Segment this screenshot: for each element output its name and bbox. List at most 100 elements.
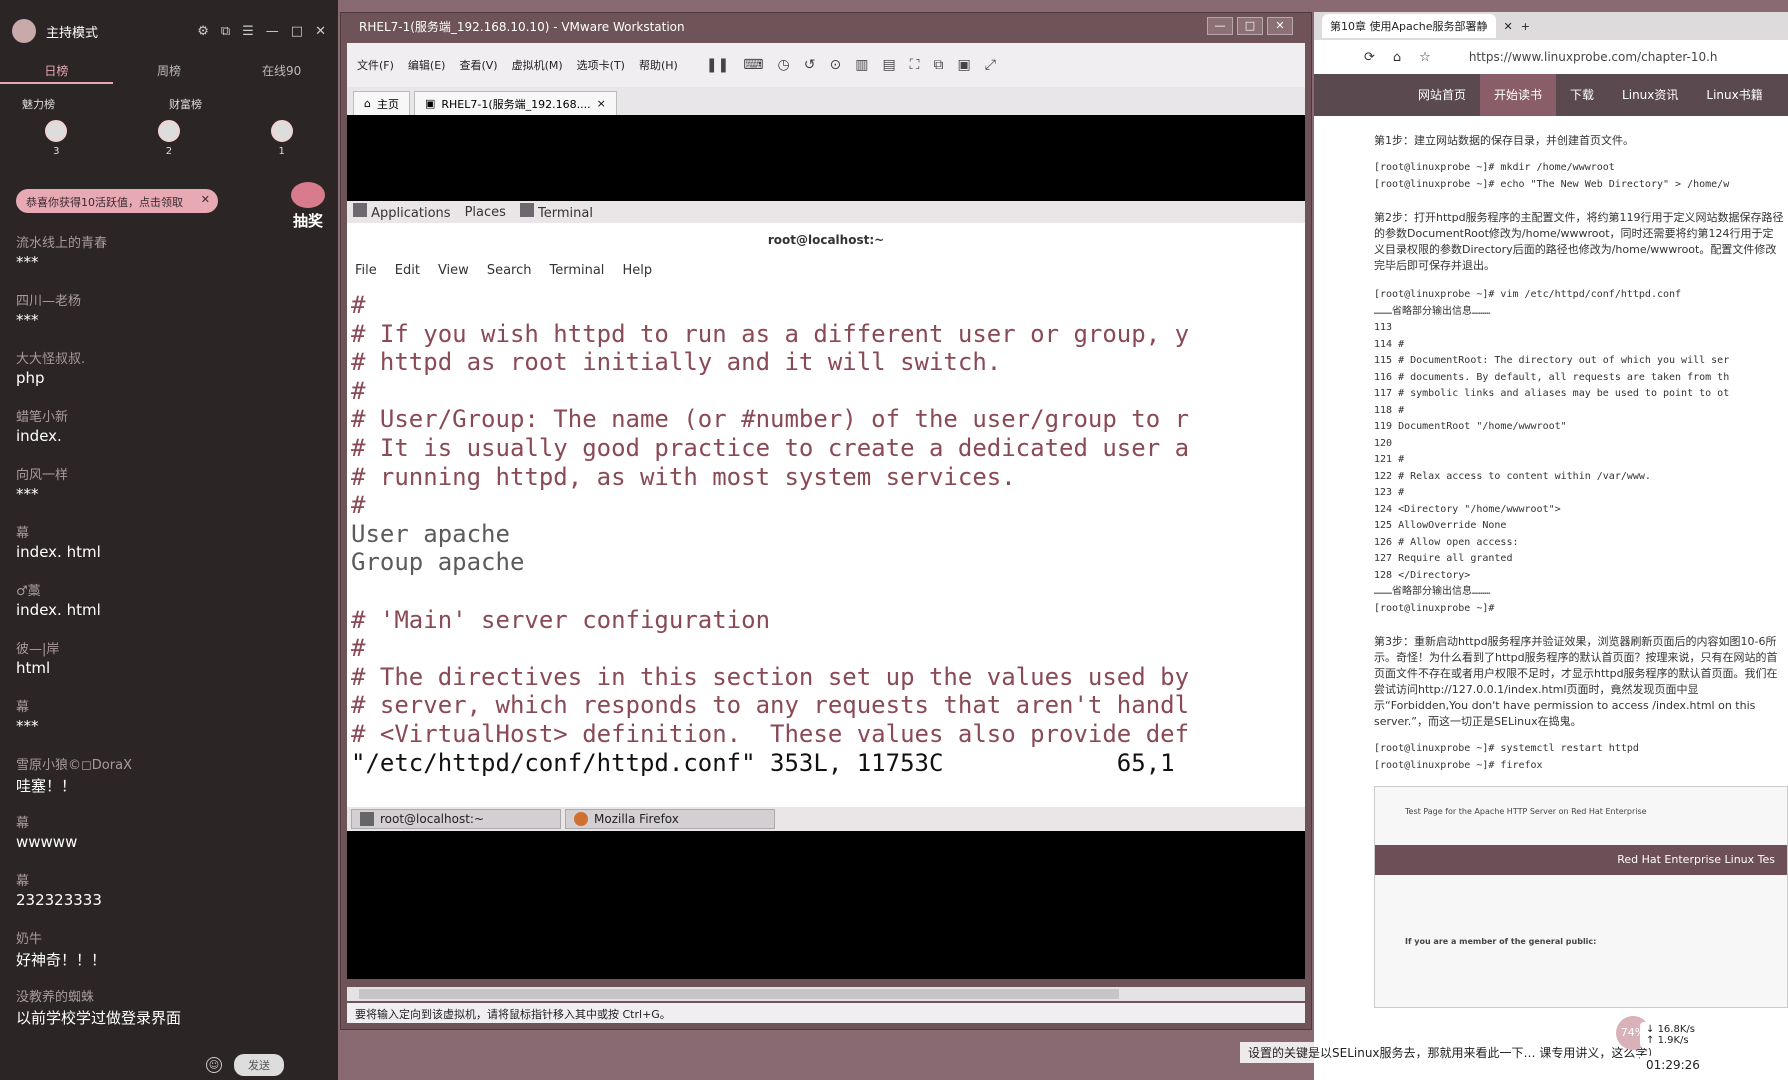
terminal-menu[interactable]: Terminal xyxy=(519,203,593,221)
chat-message: 奶牛好神奇！！！ xyxy=(16,928,322,986)
rank-entry[interactable]: 2 xyxy=(157,120,180,164)
nav-books[interactable]: Linux书籍 xyxy=(1692,74,1776,116)
applications-menu[interactable]: Applications xyxy=(353,203,451,221)
host-mode-label: 主持模式 xyxy=(46,25,99,41)
rank-entry[interactable]: 3 xyxy=(45,120,68,164)
tab-home[interactable]: ⌂ 主页 xyxy=(353,91,410,115)
close-icon[interactable]: ✕ xyxy=(315,24,326,39)
terminal-line: User apache xyxy=(351,519,510,548)
rank-entry[interactable]: 1 xyxy=(270,120,293,164)
chat-username[interactable]: 幕 xyxy=(16,870,322,889)
term-menu-search[interactable]: Search xyxy=(487,263,532,278)
article-content: 第1步：建立网站数据的保存目录，并创建首页文件。 [root@linuxprob… xyxy=(1314,116,1788,1008)
chat-username[interactable]: 幕 xyxy=(16,812,322,831)
sidebar-icon[interactable]: ▥ xyxy=(855,57,868,73)
chat-text: *** xyxy=(16,253,39,271)
unity-icon[interactable]: ⧉ xyxy=(933,57,943,73)
popout-icon[interactable]: ⧉ xyxy=(221,24,230,39)
tab-weekly[interactable]: 周榜 xyxy=(113,62,226,84)
taskbar-terminal[interactable]: root@localhost:~ xyxy=(351,809,561,829)
snapshot-manager-icon[interactable]: ⊙ xyxy=(829,57,841,73)
home-icon: ⌂ xyxy=(364,97,371,110)
chat-username[interactable]: 流水线上的青春 xyxy=(16,232,322,251)
chat-username[interactable]: 幕 xyxy=(16,696,322,715)
horizontal-scrollbar[interactable] xyxy=(347,987,1305,1001)
vm-screen[interactable]: Applications Places Terminal root@localh… xyxy=(347,115,1305,979)
chat-message: 幕 *** xyxy=(16,696,322,754)
chat-username[interactable]: 没教养的蜘蛛 xyxy=(16,986,322,1005)
minimize-icon[interactable]: — xyxy=(266,24,279,39)
stretch-icon[interactable]: ⤢ xyxy=(985,57,996,73)
menu-edit[interactable]: 编辑(E) xyxy=(408,57,446,73)
terminal-icon xyxy=(519,203,534,217)
maximize-icon[interactable]: □ xyxy=(291,24,303,39)
chat-username[interactable]: 大大怪叔叔. xyxy=(16,348,322,367)
term-menu-file[interactable]: File xyxy=(355,263,377,278)
menu-view[interactable]: 查看(V) xyxy=(459,57,497,73)
snapshot-icon[interactable]: ◷ xyxy=(778,57,790,73)
settings-icon[interactable]: ⚙ xyxy=(197,24,209,39)
wealth-rank-label[interactable]: 财富榜 xyxy=(169,96,202,112)
figure-banner: Red Hat Enterprise Linux Tes xyxy=(1375,845,1787,875)
chat-username[interactable]: 四川—老杨 xyxy=(16,290,322,309)
chat-username[interactable]: 奶牛 xyxy=(16,928,322,947)
bookmark-star-icon[interactable]: ☆ xyxy=(1419,50,1431,65)
vmware-window: RHEL7-1(服务端_192.168.10.10) - VMware Work… xyxy=(340,12,1312,1030)
close-tab-icon[interactable]: ✕ xyxy=(1504,20,1513,33)
menu-help[interactable]: 帮助(H) xyxy=(639,57,678,73)
home-icon[interactable]: ⌂ xyxy=(1393,50,1401,65)
menu-tabs[interactable]: 选项卡(T) xyxy=(577,57,625,73)
url-field[interactable]: https://www.linuxprobe.com/chapter-10.h xyxy=(1469,50,1718,64)
term-menu-help[interactable]: Help xyxy=(622,263,652,278)
close-tab-icon[interactable]: × xyxy=(597,97,606,110)
term-menu-view[interactable]: View xyxy=(438,263,469,278)
chat-text: 好神奇！！！ xyxy=(16,951,107,969)
emoji-icon[interactable]: ☺ xyxy=(206,1057,222,1073)
taskbar-firefox[interactable]: Mozilla Firefox xyxy=(565,809,775,829)
close-button[interactable]: ✕ xyxy=(1267,17,1293,35)
nav-download[interactable]: 下载 xyxy=(1556,74,1608,116)
terminal-icon xyxy=(360,812,374,826)
reload-icon[interactable]: ⟳ xyxy=(1364,50,1375,65)
nav-read[interactable]: 开始读书 xyxy=(1480,74,1557,116)
chat-username[interactable]: 向风一样 xyxy=(16,464,322,483)
chat-username[interactable]: 彼—|岸 xyxy=(16,638,322,657)
nav-home[interactable]: 网站首页 xyxy=(1404,74,1480,116)
pause-icon[interactable]: ❚❚ xyxy=(706,57,729,73)
chat-username[interactable]: 幕 xyxy=(16,522,322,541)
thumbnail-icon[interactable]: ▤ xyxy=(882,57,895,73)
places-menu[interactable]: Places xyxy=(465,205,506,220)
tab-vm[interactable]: ▣ RHEL7-1(服务端_192.168.... × xyxy=(413,91,617,115)
chat-username[interactable]: 蜡笔小新 xyxy=(16,406,322,425)
scrollbar-thumb[interactable] xyxy=(359,989,1119,999)
minimize-button[interactable]: — xyxy=(1207,17,1233,35)
revert-snapshot-icon[interactable]: ↺ xyxy=(804,57,816,73)
close-notice-icon[interactable]: ✕ xyxy=(201,193,210,206)
send-keys-icon[interactable]: ⌨ xyxy=(743,57,763,73)
chat-username[interactable]: 雪原小狼©◻DoraX xyxy=(16,754,322,773)
maximize-button[interactable]: □ xyxy=(1237,17,1263,35)
lottery-button[interactable]: 抽奖 xyxy=(286,182,330,230)
console-icon[interactable]: ▣ xyxy=(957,57,970,73)
chat-text: 哇塞！！ xyxy=(16,777,77,795)
term-menu-terminal[interactable]: Terminal xyxy=(549,263,604,278)
tab-daily[interactable]: 日榜 xyxy=(0,62,113,84)
host-avatar[interactable] xyxy=(12,19,36,43)
chat-username[interactable]: ♂藁 xyxy=(16,580,322,599)
terminal-line: # xyxy=(351,291,366,319)
terminal-content[interactable]: # # If you wish httpd to run as a differe… xyxy=(347,285,1305,807)
nav-news[interactable]: Linux资讯 xyxy=(1608,74,1692,116)
charm-rank-label[interactable]: 魅力榜 xyxy=(22,96,55,112)
menu-icon[interactable]: ☰ xyxy=(242,24,254,39)
reward-notice[interactable]: 恭喜你获得10活跃值，点击领取 ✕ xyxy=(16,189,218,213)
term-menu-edit[interactable]: Edit xyxy=(395,263,420,278)
menu-vm[interactable]: 虚拟机(M) xyxy=(512,57,563,73)
send-button[interactable]: 发送 xyxy=(234,1054,284,1076)
browser-tab[interactable]: 第10章 使用Apache服务部署静 xyxy=(1322,14,1496,38)
chat-message: 流水线上的青春 *** xyxy=(16,232,322,290)
menu-file[interactable]: 文件(F) xyxy=(357,57,394,73)
fullscreen-icon[interactable]: ⛶ xyxy=(910,57,920,73)
tab-online[interactable]: 在线90 xyxy=(225,62,338,84)
new-tab-icon[interactable]: + xyxy=(1521,20,1530,33)
vmware-titlebar: RHEL7-1(服务端_192.168.10.10) - VMware Work… xyxy=(341,13,1311,39)
